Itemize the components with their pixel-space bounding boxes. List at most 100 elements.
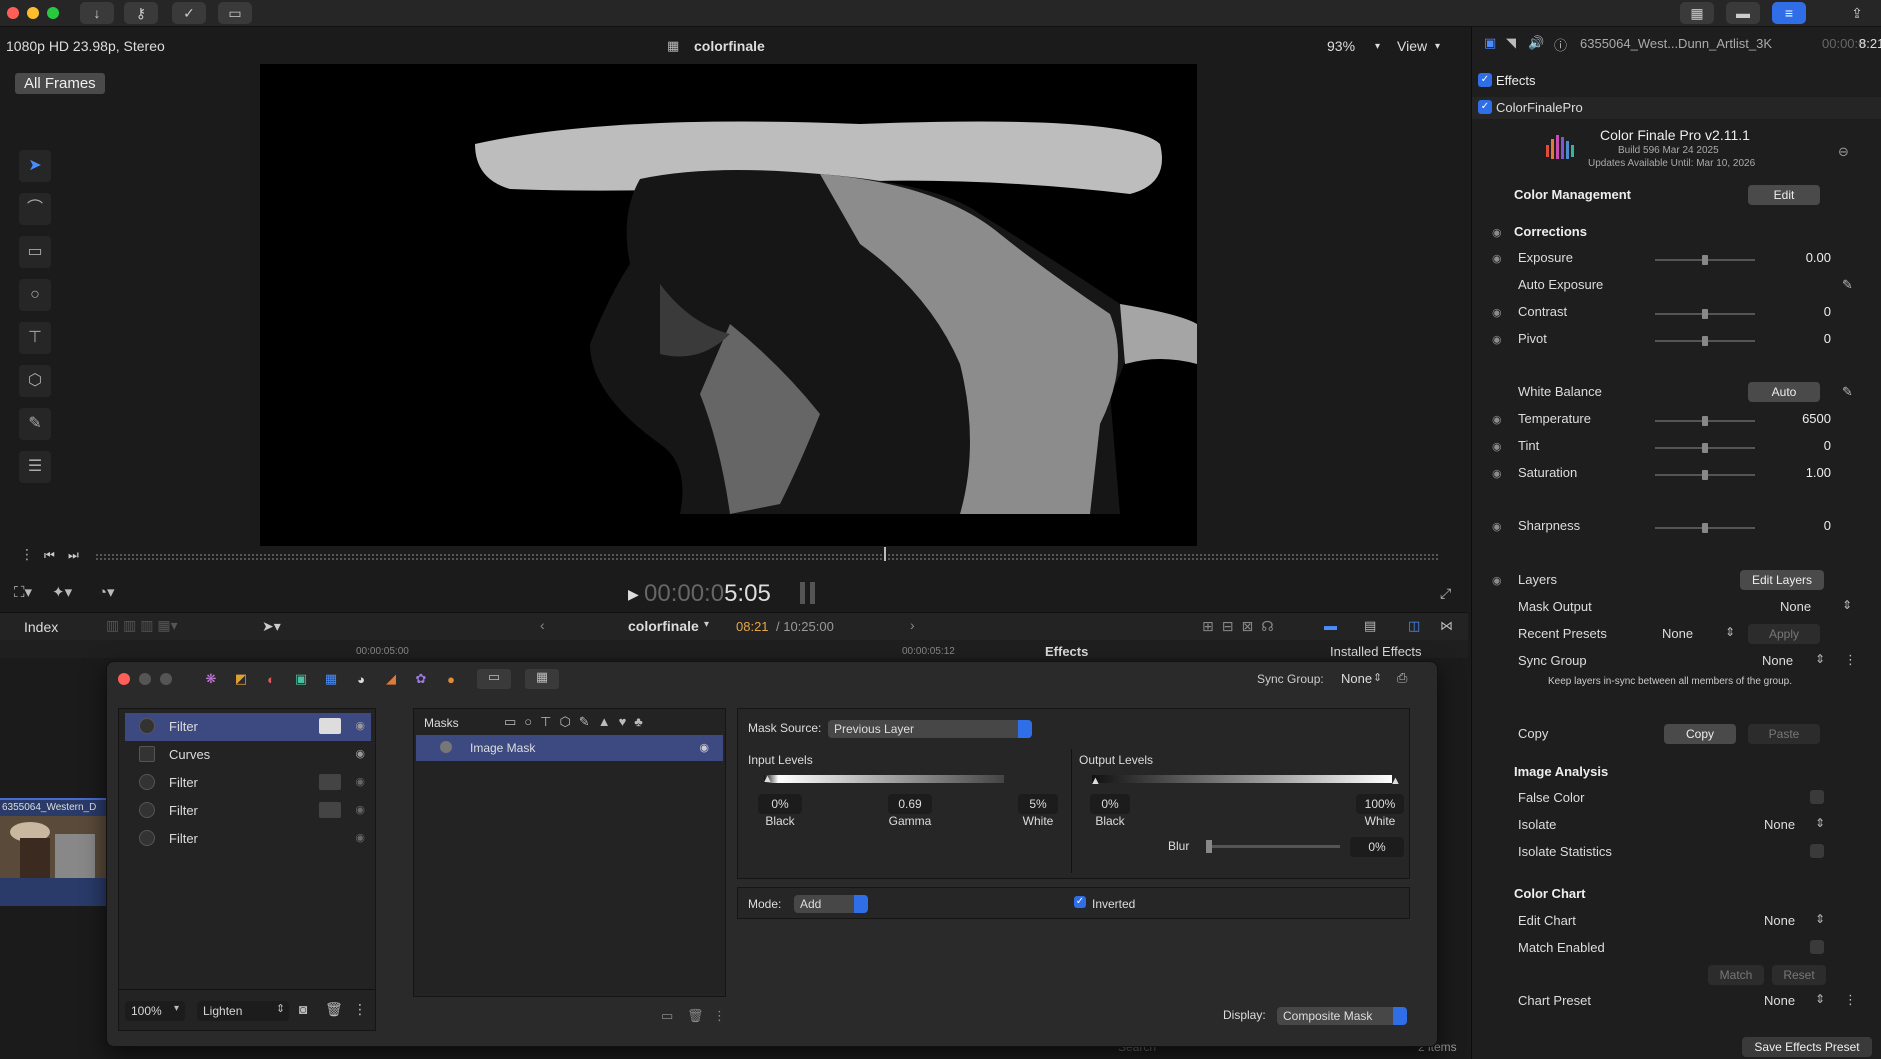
keyword-icon[interactable]: ⚷ xyxy=(124,2,158,24)
lut-icon[interactable]: ▣ xyxy=(289,671,313,687)
eye-icon[interactable]: ◉ xyxy=(699,741,709,754)
contrast-value[interactable]: 0 xyxy=(1824,304,1831,319)
isolate-statistics-checkbox[interactable] xyxy=(1810,844,1824,858)
output-white-handle[interactable]: ▲ xyxy=(1390,775,1401,787)
installed-effects-menu[interactable]: Installed Effects xyxy=(1330,644,1422,659)
rectangle-tool-icon[interactable]: ▭ xyxy=(19,236,51,268)
mask-toggle-icon[interactable] xyxy=(319,802,341,818)
stepper-icon[interactable]: ⇕ xyxy=(1373,671,1382,684)
bezier-tool-icon[interactable]: ⌒ xyxy=(19,193,51,225)
panel-zoom-button[interactable] xyxy=(160,673,172,685)
playhead[interactable] xyxy=(884,547,890,561)
tint-slider[interactable] xyxy=(1655,443,1755,453)
plugin-checkbox[interactable]: ✓ xyxy=(1478,100,1492,114)
video-inspector-icon[interactable]: ▣ xyxy=(1484,35,1496,51)
eye-icon[interactable]: ◉ xyxy=(1492,252,1502,265)
output-levels-bar[interactable] xyxy=(1092,775,1392,783)
recent-presets-select[interactable]: None xyxy=(1662,626,1693,641)
effects-checkbox[interactable]: ✓ xyxy=(1478,73,1492,87)
mask-toggle-icon[interactable] xyxy=(319,718,341,734)
color-wheels-icon[interactable]: ❋ xyxy=(199,671,223,687)
sphere-icon[interactable]: ◕ xyxy=(349,672,373,687)
enhance-icon[interactable]: ✦▾ xyxy=(52,583,72,601)
close-window-button[interactable] xyxy=(7,7,19,19)
saturation-value[interactable]: 1.00 xyxy=(1806,465,1831,480)
blur-field[interactable]: 0% xyxy=(1350,837,1404,857)
trash-icon[interactable]: 🗑 xyxy=(687,1008,704,1024)
minimize-window-button[interactable] xyxy=(27,7,39,19)
stepper-icon[interactable]: ⇕ xyxy=(276,1002,285,1015)
more-icon[interactable]: ⋮ xyxy=(713,1008,726,1024)
timeline-clip[interactable]: 6355064_Western_D xyxy=(0,798,106,906)
snapping-icon[interactable]: ▬ xyxy=(1324,618,1337,633)
eye-icon[interactable]: ◉ xyxy=(355,803,365,816)
stepper-icon[interactable]: ⇕ xyxy=(1725,625,1735,639)
info-inspector-icon[interactable]: ⓘ xyxy=(1554,35,1567,54)
collapse-icon[interactable]: ⊖ xyxy=(1838,144,1849,160)
select-tool-icon[interactable]: ➤ xyxy=(19,150,51,182)
gradient-tool-icon[interactable]: ⊤ xyxy=(19,322,51,354)
input-black-handle[interactable]: ▲ xyxy=(762,773,773,785)
play-icon[interactable]: ▶ xyxy=(628,586,639,603)
eye-icon[interactable]: ◉ xyxy=(355,775,365,788)
mask-shape-tools[interactable]: ▭○⊤⬡✎▲♥♣ xyxy=(504,714,651,730)
temperature-slider[interactable] xyxy=(1655,416,1755,426)
eye-icon[interactable]: ◉ xyxy=(1492,306,1502,319)
audio-inspector-icon[interactable]: 🔊 xyxy=(1528,35,1544,51)
more-icon[interactable]: ⋮ xyxy=(1844,992,1857,1008)
zoom-window-button[interactable] xyxy=(47,7,59,19)
skip-back-icon[interactable]: ⏮ xyxy=(44,548,55,563)
film-grain-icon[interactable]: ✿ xyxy=(409,671,433,687)
layer-row[interactable]: Curves ◉ xyxy=(125,741,371,769)
match-button[interactable]: Match xyxy=(1708,965,1764,985)
pen-tool-icon[interactable]: ✎ xyxy=(19,408,51,440)
eye-icon[interactable]: ◉ xyxy=(1492,333,1502,346)
scope-icon[interactable]: ◢ xyxy=(379,671,403,687)
layout-icon[interactable]: ▦ xyxy=(525,669,559,689)
eye-icon[interactable]: ◉ xyxy=(1492,520,1502,533)
color-inspector-icon[interactable]: ◥ xyxy=(1506,35,1516,51)
adjust-tool-icon[interactable]: ☰ xyxy=(19,451,51,483)
fullscreen-icon[interactable]: ⤢ xyxy=(1440,585,1451,602)
edit-layers-button[interactable]: Edit Layers xyxy=(1740,570,1824,590)
sync-group-select[interactable]: None xyxy=(1762,653,1793,668)
eye-icon[interactable]: ◉ xyxy=(1492,467,1502,480)
stepper-icon[interactable]: ⇕ xyxy=(1815,816,1825,830)
back-icon[interactable]: ‹ xyxy=(540,617,545,633)
transform-icon[interactable]: ⛶▾ xyxy=(14,583,32,601)
timeline-toggle-icon[interactable]: ▬ xyxy=(1726,2,1760,24)
auto-white-balance-button[interactable]: Auto xyxy=(1748,382,1820,402)
speed-icon[interactable]: ◔▾ xyxy=(98,583,115,601)
blur-slider[interactable] xyxy=(1206,840,1340,853)
display-select[interactable]: Composite Mask xyxy=(1277,1007,1407,1025)
curves-icon[interactable]: ◩ xyxy=(229,671,253,687)
layer-row[interactable]: Filter ◉ xyxy=(125,769,371,797)
pivot-value[interactable]: 0 xyxy=(1824,331,1831,346)
transitions-icon[interactable]: ⋈ xyxy=(1440,618,1453,634)
timeline-project[interactable]: colorfinale xyxy=(628,618,699,634)
effects-browser-icon[interactable]: ◫ xyxy=(1408,618,1420,634)
polygon-tool-icon[interactable]: ⬡ xyxy=(19,365,51,397)
copy-button[interactable]: Copy xyxy=(1664,724,1736,744)
edit-buttons-icon[interactable]: ▥ ▥ ▥ ▦▾ xyxy=(106,617,178,634)
ellipse-tool-icon[interactable]: ○ xyxy=(19,279,51,311)
isolate-select[interactable]: None xyxy=(1764,817,1795,832)
stepper-icon[interactable]: ⇕ xyxy=(1842,598,1852,612)
exposure-slider[interactable] xyxy=(1655,255,1755,265)
edit-chart-select[interactable]: None xyxy=(1764,913,1795,928)
skip-forward-icon[interactable]: ⏭ xyxy=(68,548,79,563)
eye-icon[interactable]: ◉ xyxy=(1492,574,1502,587)
output-black-field[interactable]: 0% xyxy=(1090,794,1130,814)
import-icon[interactable]: ↓ xyxy=(80,2,114,24)
chart-preset-select[interactable]: None xyxy=(1764,993,1795,1008)
mask-toggle-icon[interactable] xyxy=(319,774,341,790)
reset-button[interactable]: Reset xyxy=(1772,965,1826,985)
export-icon[interactable]: ⎙ xyxy=(1397,670,1407,686)
apply-button[interactable]: Apply xyxy=(1748,624,1820,644)
eye-icon[interactable]: ◉ xyxy=(355,719,365,732)
layer-row[interactable]: Filter ◉ xyxy=(125,797,371,825)
edit-button[interactable]: Edit xyxy=(1748,185,1820,205)
panel-minimize-button[interactable] xyxy=(139,673,151,685)
trash-icon[interactable]: 🗑 xyxy=(325,1001,343,1018)
stepper-icon[interactable]: ⇕ xyxy=(1815,992,1825,1006)
